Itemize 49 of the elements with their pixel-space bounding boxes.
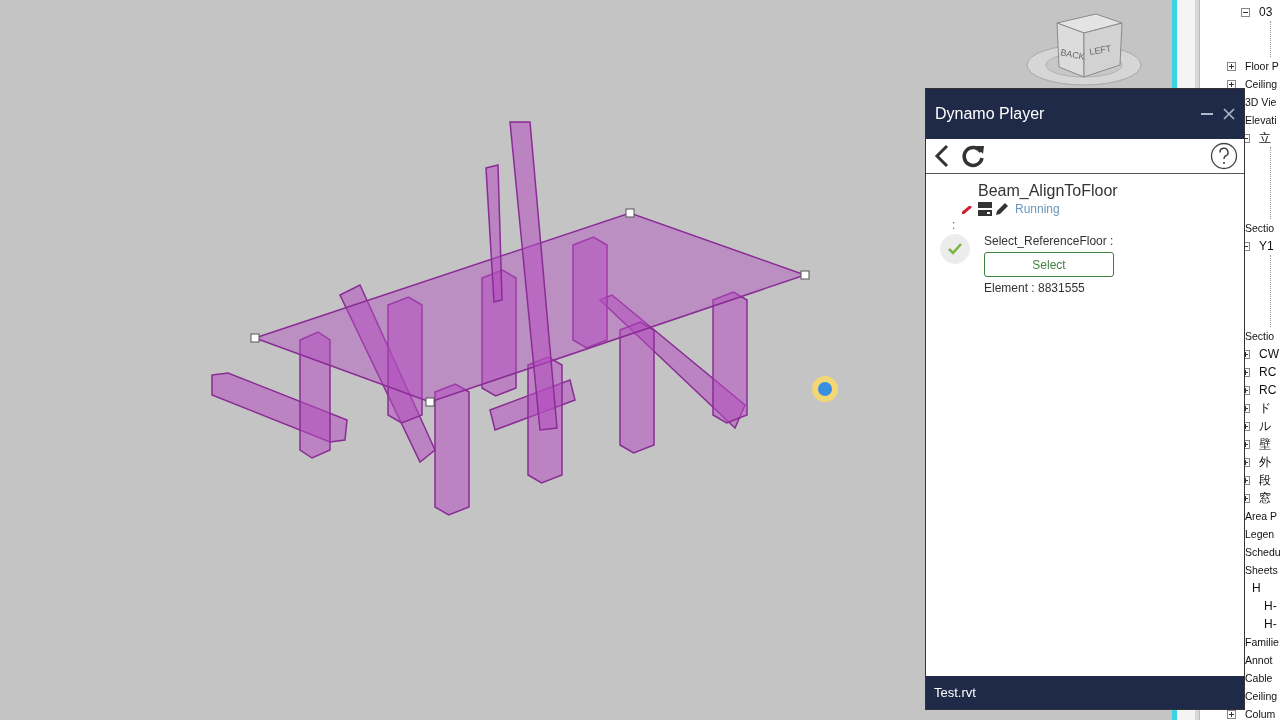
tree-item[interactable]: 段 xyxy=(1259,471,1271,489)
element-value: Element : 8831555 xyxy=(984,281,1085,295)
close-icon[interactable] xyxy=(1223,108,1235,120)
tree-item[interactable]: Ceiling xyxy=(1245,78,1278,90)
tree-item[interactable]: 外 xyxy=(1259,453,1271,471)
help-icon[interactable] xyxy=(1210,142,1238,170)
tree-item[interactable]: H- xyxy=(1264,599,1277,613)
server-icon xyxy=(978,202,992,216)
tree-item[interactable]: 立 xyxy=(1259,129,1271,147)
tree-item[interactable]: 03 xyxy=(1259,5,1273,19)
collapse-icon[interactable] xyxy=(1241,7,1250,17)
script-name: Beam_AlignToFloor xyxy=(978,182,1118,200)
tree-item[interactable]: 3D Vie xyxy=(1245,96,1277,108)
tree-item[interactable]: Y1 xyxy=(1259,239,1274,253)
back-icon[interactable] xyxy=(934,144,950,168)
tree-item[interactable]: ル xyxy=(1259,417,1271,435)
tree-item[interactable]: Cable xyxy=(1245,672,1273,684)
edit-icon[interactable] xyxy=(995,202,1009,216)
window-title: Dynamo Player xyxy=(935,105,1046,123)
tree-item[interactable]: Sheets xyxy=(1245,564,1278,576)
tree-item[interactable]: Area P xyxy=(1245,510,1278,522)
tree-item[interactable]: Sectio xyxy=(1245,222,1275,234)
input-label: Select_ReferenceFloor : xyxy=(984,234,1114,248)
pencil-mark-icon xyxy=(962,206,972,214)
view-cube-drawing[interactable]: BACK LEFT xyxy=(1024,5,1144,90)
expand-icon[interactable] xyxy=(1227,61,1236,71)
select-button[interactable]: Select xyxy=(984,252,1114,277)
tree-item[interactable]: Legen xyxy=(1245,528,1275,540)
tree-item[interactable]: Familie xyxy=(1245,636,1279,648)
tree-item[interactable]: Colum xyxy=(1245,708,1276,720)
status-text: Running xyxy=(1015,202,1060,216)
refresh-icon[interactable] xyxy=(960,143,986,169)
tree-item[interactable]: Elevati xyxy=(1245,114,1277,126)
tree-item[interactable]: ド xyxy=(1259,399,1271,417)
tree-item[interactable]: CW xyxy=(1259,347,1279,361)
tree-item[interactable]: RC xyxy=(1259,383,1277,397)
tree-item[interactable]: Sectio xyxy=(1245,330,1275,342)
separator-text: : xyxy=(951,218,957,232)
file-name: Test.rvt xyxy=(934,685,976,700)
tree-item[interactable]: H- xyxy=(1264,617,1277,631)
tree-item[interactable]: Annot xyxy=(1245,654,1273,666)
tree-item[interactable]: Schedu xyxy=(1245,546,1280,558)
cursor-highlight-icon xyxy=(812,376,838,402)
tree-item[interactable]: RC xyxy=(1259,365,1277,379)
tree-item[interactable]: H xyxy=(1252,581,1261,595)
tree-item[interactable]: Floor P xyxy=(1245,60,1279,72)
tree-item[interactable]: 壁 xyxy=(1259,435,1271,453)
tree-item[interactable]: Ceiling xyxy=(1245,690,1278,702)
tree-item[interactable]: 窓 xyxy=(1259,489,1271,507)
